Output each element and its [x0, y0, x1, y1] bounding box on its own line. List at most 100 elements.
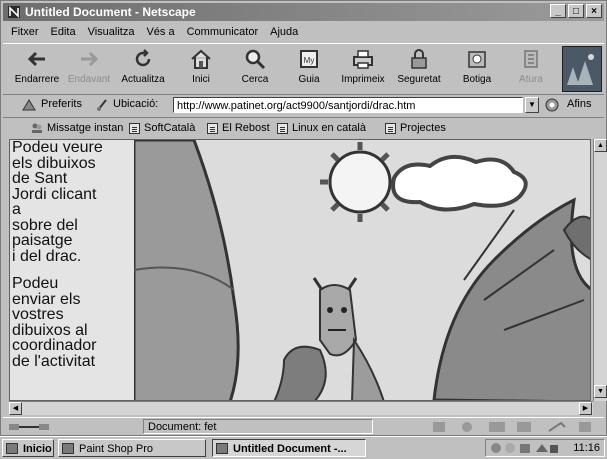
close-button[interactable]: ×: [586, 4, 602, 18]
stop-label: Atura: [519, 74, 543, 85]
personal-item-el-rebost[interactable]: El Rebost: [207, 119, 270, 137]
reload-label: Actualitza: [121, 74, 165, 85]
tray-icons[interactable]: [490, 442, 560, 455]
print-label: Imprimeix: [341, 74, 385, 85]
svg-text:My: My: [304, 56, 315, 65]
guide-label: Guia: [298, 74, 320, 85]
paint-shop-pro-icon: [62, 443, 74, 454]
back-label: Endarrere: [14, 74, 60, 85]
menu-bar: Fitxer Edita Visualitza Vés a Communicat…: [5, 23, 304, 41]
menu-ves-a[interactable]: Vés a: [140, 23, 180, 41]
bookmarks-button[interactable]: Preferits: [41, 98, 82, 110]
security-label: Seguretat: [397, 74, 441, 85]
personal-item-label: Missatge instan: [47, 122, 124, 134]
menu-fitxer[interactable]: Fitxer: [5, 23, 45, 41]
back-arrow-icon: [27, 51, 45, 67]
navigation-toolbar: Endarrere Endavant Actualitza Inici Cerc…: [3, 43, 604, 95]
netscape-throbber[interactable]: [562, 46, 602, 92]
menu-edita[interactable]: Edita: [45, 23, 82, 41]
print-button[interactable]: Imprimeix: [335, 48, 391, 90]
personal-item-softcatala[interactable]: SoftCatalà: [129, 119, 195, 137]
menu-communicator[interactable]: Communicator: [181, 23, 265, 41]
dragon-landscape-image[interactable]: [134, 140, 591, 401]
reload-button[interactable]: Actualitza: [115, 48, 171, 90]
bookmark-icon: [385, 122, 396, 134]
scroll-right-button[interactable]: ▶: [579, 402, 592, 415]
forward-label: Endavant: [67, 74, 111, 85]
personal-item-label: SoftCatalà: [144, 122, 196, 134]
sun-icon: [320, 142, 400, 222]
personal-item-linux[interactable]: Linux en català: [277, 119, 366, 137]
personal-item-projectes[interactable]: Projectes: [385, 119, 446, 137]
guide-icon: My: [300, 50, 318, 68]
personal-item-missatge[interactable]: Missatge instan: [31, 119, 123, 137]
bookmark-icon: [207, 122, 218, 134]
home-label: Inici: [192, 74, 210, 85]
search-button[interactable]: Cerca: [227, 48, 283, 90]
bookmark-icon: [129, 122, 140, 134]
personal-item-label: Linux en català: [292, 122, 366, 134]
search-label: Cerca: [241, 74, 269, 85]
browser-window: Untitled Document - Netscape _ □ × Fitxe…: [0, 0, 607, 436]
back-button[interactable]: Endarrere: [9, 48, 65, 90]
clock: 11:16: [573, 442, 600, 454]
status-text: Document: fet: [143, 419, 373, 434]
menu-visualitza[interactable]: Visualitza: [82, 23, 141, 41]
reload-icon: [135, 49, 151, 67]
connection-icon: [9, 424, 49, 430]
home-button[interactable]: Inici: [173, 48, 229, 90]
guide-button[interactable]: My Guia: [281, 48, 337, 90]
component-bar-icons[interactable]: [433, 421, 593, 433]
netscape-window-icon: [8, 6, 20, 18]
scroll-left-button[interactable]: ◀: [9, 402, 22, 415]
title-bar[interactable]: Untitled Document - Netscape _ □ ×: [3, 3, 604, 21]
maximize-button[interactable]: □: [568, 4, 584, 18]
personal-item-label: El Rebost: [222, 122, 270, 134]
forward-button[interactable]: Endavant: [61, 48, 117, 90]
url-dropdown-button[interactable]: ▼: [525, 97, 539, 113]
start-label: Inicio: [23, 443, 52, 455]
vertical-scrollbar[interactable]: ▲ ▼: [593, 139, 607, 401]
taskbar-paint-shop-pro[interactable]: Paint Shop Pro: [58, 439, 206, 457]
minimize-button[interactable]: _: [550, 4, 566, 18]
task-label: Paint Shop Pro: [79, 443, 153, 455]
status-bar: Document: fet: [3, 417, 604, 436]
url-input[interactable]: http://www.patinet.org/act9900/santjordi…: [173, 97, 523, 113]
instructions-paragraph-2: Podeu enviar els vostres dibuixos al coo…: [12, 275, 97, 370]
print-icon: [353, 50, 373, 69]
netscape-task-icon: [216, 443, 228, 454]
personal-item-label: Projectes: [400, 122, 446, 134]
system-tray: 11:16: [485, 439, 605, 457]
menu-ajuda[interactable]: Ajuda: [264, 23, 304, 41]
windows-logo-icon: [6, 443, 18, 454]
taskbar-untitled-document[interactable]: Untitled Document -...: [212, 439, 366, 457]
windows-taskbar: Inicio Paint Shop Pro Untitled Document …: [0, 436, 607, 459]
related-icon: [545, 98, 559, 112]
shop-icon: [468, 51, 486, 68]
cloud-shape: [391, 154, 528, 212]
location-toolbar: Preferits Ubicació: http://www.patinet.o…: [3, 95, 604, 118]
location-icon: [97, 99, 107, 111]
security-button[interactable]: Seguretat: [391, 48, 447, 90]
bookmark-icon: [277, 122, 288, 134]
scroll-up-button[interactable]: ▲: [594, 139, 607, 152]
lock-icon: [411, 49, 427, 69]
instructions-text: Podeu veure els dibuixos de Sant Jordi c…: [10, 140, 134, 400]
start-button[interactable]: Inicio: [2, 439, 54, 457]
search-icon: [245, 49, 266, 70]
bookmarks-icon: [22, 99, 36, 111]
related-button[interactable]: Afins: [567, 98, 591, 110]
forward-arrow-icon: [81, 51, 99, 67]
page-content: Podeu veure els dibuixos de Sant Jordi c…: [9, 139, 591, 401]
stop-button[interactable]: Atura: [503, 48, 559, 90]
horizontal-scrollbar[interactable]: ◀ ▶: [9, 401, 593, 415]
stop-icon: [524, 50, 538, 68]
location-label: Ubicació:: [113, 98, 159, 110]
shop-button[interactable]: Botiga: [449, 48, 505, 90]
personal-toolbar: Missatge instan SoftCatalà El Rebost Lin…: [3, 119, 604, 137]
scroll-down-button[interactable]: ▼: [594, 385, 607, 398]
shop-label: Botiga: [462, 74, 492, 85]
netscape-logo-icon: [563, 47, 601, 91]
task-label: Untitled Document -...: [233, 443, 347, 455]
window-title: Untitled Document - Netscape: [25, 5, 196, 19]
